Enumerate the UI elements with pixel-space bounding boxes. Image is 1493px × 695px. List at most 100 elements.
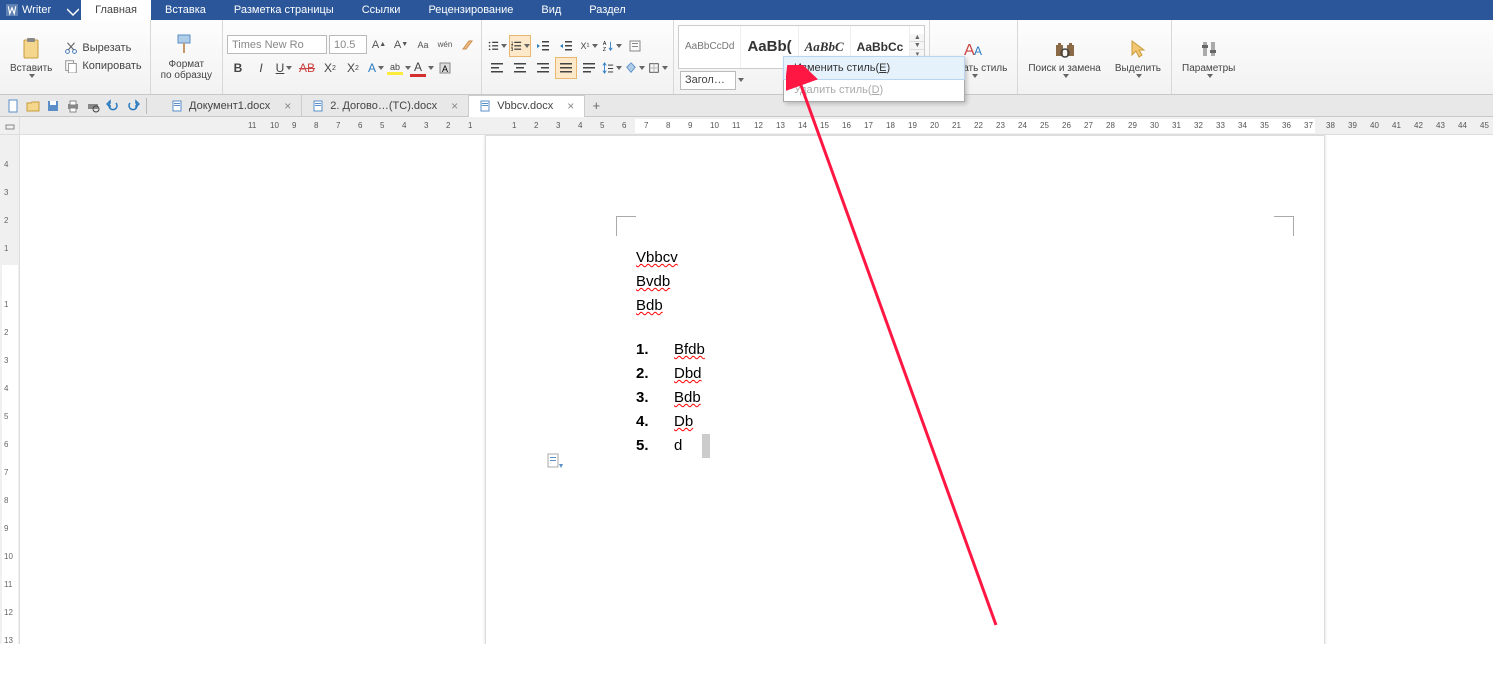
ribbon-settings-group: Параметры [1172, 20, 1245, 94]
horizontal-ruler[interactable]: 1110987654321123456789101112131415161718… [0, 117, 1493, 135]
doc-tab-1[interactable]: Документ1.docx × [161, 95, 302, 117]
styles-up-button[interactable]: ▲ [910, 34, 924, 42]
format-painter-button[interactable]: Формат по образцу [155, 22, 218, 92]
highlight-button[interactable]: ab [388, 57, 410, 79]
grow-font-button[interactable]: A▲ [369, 35, 389, 54]
svg-text:A: A [442, 64, 448, 74]
distribute-button[interactable] [578, 57, 600, 79]
doc-icon [312, 100, 324, 112]
close-icon[interactable]: × [284, 99, 291, 113]
tab-review[interactable]: Рецензирование [414, 0, 527, 20]
print-button[interactable] [64, 97, 82, 115]
settings-button[interactable]: Параметры [1176, 22, 1241, 92]
app-menu-chevron-icon[interactable] [67, 6, 75, 14]
font-size-input[interactable] [329, 35, 367, 54]
bold-button[interactable]: B [227, 57, 249, 79]
bullets-button[interactable] [486, 35, 508, 57]
save-button[interactable] [44, 97, 62, 115]
phonetic-guide-button[interactable]: wén [435, 35, 455, 54]
redo-button[interactable] [124, 97, 142, 115]
style-context-menu: Изменить стиль(E) Удалить стиль(D) [783, 56, 965, 102]
document-body[interactable]: Vbbcv Bvdb Bdb 1.Bfdb 2.Dbd 3.Bdb 4.Db 5… [636, 246, 710, 458]
ribbon-font-group: A▲ A▼ Aa wén B I U AB X2 X2 A ab [223, 20, 482, 94]
margin-corner-tl [616, 216, 636, 236]
doc-tab-2[interactable]: 2. Догово…(ТС).docx × [302, 95, 469, 117]
align-right-button[interactable] [532, 57, 554, 79]
subscript-button[interactable]: X2 [342, 57, 364, 79]
copy-button[interactable]: Копировать [60, 57, 145, 75]
workspace: 432112345678910111213 Vbbcv Bvdb Bdb 1.B… [0, 135, 1493, 644]
line-spacing-button[interactable] [601, 57, 623, 79]
delete-style-menu-item: Удалить стиль(D) [784, 79, 964, 101]
new-tab-button[interactable]: + [585, 98, 607, 113]
document-canvas[interactable]: Vbbcv Bvdb Bdb 1.Bfdb 2.Dbd 3.Bdb 4.Db 5… [20, 135, 1493, 644]
svg-text:A: A [603, 41, 607, 47]
undo-button[interactable] [104, 97, 122, 115]
underline-button[interactable]: U [273, 57, 295, 79]
decrease-indent-button[interactable] [532, 35, 554, 57]
vertical-ruler[interactable]: 432112345678910111213 [0, 135, 20, 644]
document-tabs: Документ1.docx × 2. Догово…(ТС).docx × V… [161, 95, 607, 117]
ribbon-format-painter-group: Формат по образцу [151, 20, 223, 94]
find-replace-button[interactable]: Поиск и замена [1022, 22, 1107, 92]
doc-icon [479, 100, 491, 112]
open-button[interactable] [24, 97, 42, 115]
doc-tab-3[interactable]: Vbbcv.docx × [469, 95, 585, 117]
svg-text:Z: Z [603, 47, 606, 53]
ribbon: Вставить Вырезать Копировать Формат по о… [0, 20, 1493, 95]
close-icon[interactable]: × [567, 99, 574, 113]
quick-access-bar: Документ1.docx × 2. Догово…(ТС).docx × V… [0, 95, 1493, 117]
styles-down-button[interactable]: ▼ [910, 42, 924, 50]
edit-style-menu-item[interactable]: Изменить стиль(E) [783, 56, 965, 80]
align-left-button[interactable] [486, 57, 508, 79]
style-name-chevron-icon[interactable] [738, 78, 744, 82]
margin-corner-tr [1274, 216, 1294, 236]
ribbon-paragraph-group: 123 X¹ AZ [482, 20, 674, 94]
doc-icon [171, 100, 183, 112]
tab-page-layout[interactable]: Разметка страницы [220, 0, 348, 20]
shading-button[interactable] [624, 57, 646, 79]
svg-text:A: A [974, 44, 982, 58]
font-name-input[interactable] [227, 35, 327, 54]
shrink-font-button[interactable]: A▼ [391, 35, 411, 54]
tab-section[interactable]: Раздел [575, 0, 639, 20]
align-center-button[interactable] [509, 57, 531, 79]
ribbon-editing-group: Поиск и замена Выделить [1018, 20, 1172, 94]
show-marks-button[interactable] [624, 35, 646, 57]
page: Vbbcv Bvdb Bdb 1.Bfdb 2.Dbd 3.Bdb 4.Db 5… [485, 135, 1325, 644]
strikethrough-button[interactable]: AB [296, 57, 318, 79]
superscript-button[interactable]: X2 [319, 57, 341, 79]
italic-button[interactable]: I [250, 57, 272, 79]
change-case-button[interactable]: Aa [413, 35, 433, 54]
tab-references[interactable]: Ссылки [348, 0, 415, 20]
cut-button[interactable]: Вырезать [60, 39, 145, 57]
paste-button[interactable]: Вставить [4, 22, 58, 92]
clear-formatting-button[interactable] [457, 35, 477, 54]
tab-view[interactable]: Вид [527, 0, 575, 20]
close-icon[interactable]: × [451, 99, 458, 113]
print-preview-button[interactable] [84, 97, 102, 115]
ribbon-clipboard-group: Вставить Вырезать Копировать [0, 20, 151, 94]
app-logo[interactable]: Writer [0, 4, 81, 16]
svg-text:3: 3 [511, 47, 514, 52]
new-doc-button[interactable] [4, 97, 22, 115]
tab-home[interactable]: Главная [81, 0, 151, 20]
tab-insert[interactable]: Вставка [151, 0, 220, 20]
text-direction-button[interactable]: X¹ [578, 35, 600, 57]
menu-tabs: Главная Вставка Разметка страницы Ссылки… [81, 0, 640, 20]
sort-button[interactable]: AZ [601, 35, 623, 57]
ruler-corner[interactable] [0, 117, 20, 134]
title-bar: Writer Главная Вставка Разметка страницы… [0, 0, 1493, 20]
select-button[interactable]: Выделить [1109, 22, 1167, 92]
paste-options-icon[interactable] [546, 452, 564, 475]
font-color-button[interactable]: A [411, 57, 433, 79]
style-name-input[interactable] [680, 71, 736, 90]
increase-indent-button[interactable] [555, 35, 577, 57]
char-shading-button[interactable]: A [434, 57, 456, 79]
app-name: Writer [22, 4, 51, 16]
numbering-button[interactable]: 123 [509, 35, 531, 57]
borders-button[interactable] [647, 57, 669, 79]
text-effects-button[interactable]: A [365, 57, 387, 79]
style-normal[interactable]: AaBbCcDd [679, 26, 741, 68]
align-justify-button[interactable] [555, 57, 577, 79]
